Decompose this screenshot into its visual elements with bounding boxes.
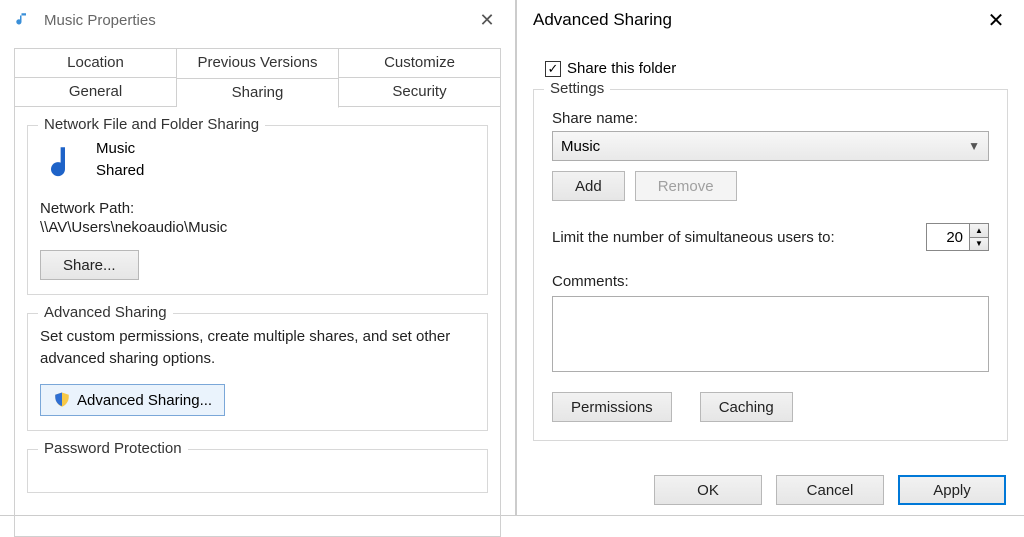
advanced-sharing-button-label: Advanced Sharing...: [77, 392, 212, 409]
advanced-sharing-dialog: Advanced Sharing ✕ Share this folder Set…: [516, 0, 1024, 516]
close-icon[interactable]: ✕: [465, 4, 509, 36]
dialog-button-bar: OK Cancel Apply: [654, 475, 1006, 505]
share-name-value: Music: [561, 138, 600, 155]
comments-textarea[interactable]: [552, 296, 989, 372]
titlebar: Advanced Sharing ✕: [517, 0, 1024, 40]
network-sharing-group: Network File and Folder Sharing Music Sh…: [27, 125, 488, 295]
tab-location[interactable]: Location: [14, 48, 177, 78]
share-button[interactable]: Share...: [40, 250, 139, 280]
tab-previous-versions[interactable]: Previous Versions: [177, 48, 339, 78]
limit-users-spinner[interactable]: ▲ ▼: [926, 223, 989, 251]
advanced-sharing-title: Advanced Sharing: [38, 304, 173, 321]
permissions-button[interactable]: Permissions: [552, 392, 672, 422]
password-protection-title: Password Protection: [38, 440, 188, 457]
shield-icon: [53, 391, 71, 409]
network-sharing-title: Network File and Folder Sharing: [38, 116, 265, 133]
limit-users-label: Limit the number of simultaneous users t…: [552, 229, 926, 246]
share-name-combo[interactable]: Music ▼: [552, 131, 989, 161]
apply-button[interactable]: Apply: [898, 475, 1006, 505]
spinner-down-icon[interactable]: ▼: [970, 237, 988, 251]
folder-name: Music: [96, 138, 475, 160]
network-path-value: \\AV\Users\nekoaudio\Music: [40, 219, 475, 236]
dialog-title: Music Properties: [40, 12, 465, 29]
tabstrip: Location Previous Versions Customize Gen…: [14, 48, 501, 107]
ok-button[interactable]: OK: [654, 475, 762, 505]
advanced-sharing-desc: Set custom permissions, create multiple …: [40, 326, 475, 370]
password-protection-group: Password Protection: [27, 449, 488, 493]
music-note-icon: [12, 9, 34, 31]
tab-customize[interactable]: Customize: [339, 48, 501, 78]
titlebar: Music Properties ✕: [0, 0, 515, 40]
share-this-folder-checkbox[interactable]: Share this folder: [545, 60, 1008, 77]
close-icon[interactable]: ✕: [974, 4, 1018, 36]
share-name-label: Share name:: [552, 110, 989, 127]
share-state: Shared: [96, 160, 475, 182]
spinner-up-icon[interactable]: ▲: [970, 224, 988, 237]
advanced-sharing-group: Advanced Sharing Set custom permissions,…: [27, 313, 488, 431]
remove-button[interactable]: Remove: [635, 171, 737, 201]
tab-content-sharing: Network File and Folder Sharing Music Sh…: [14, 107, 501, 537]
comments-label: Comments:: [552, 273, 989, 290]
tab-general[interactable]: General: [14, 77, 177, 107]
settings-group: Settings Share name: Music ▼ Add Remove …: [533, 89, 1008, 441]
dialog-title: Advanced Sharing: [523, 10, 974, 30]
tab-sharing[interactable]: Sharing: [177, 78, 339, 108]
limit-users-input[interactable]: [927, 224, 969, 250]
tab-security[interactable]: Security: [339, 77, 501, 107]
settings-title: Settings: [544, 80, 610, 97]
cancel-button[interactable]: Cancel: [776, 475, 884, 505]
checkbox-icon: [545, 61, 561, 77]
caching-button[interactable]: Caching: [700, 392, 793, 422]
folder-music-icon: [44, 142, 86, 184]
advanced-sharing-button[interactable]: Advanced Sharing...: [40, 384, 225, 416]
properties-dialog: Music Properties ✕ Location Previous Ver…: [0, 0, 516, 516]
share-this-folder-label: Share this folder: [567, 60, 676, 77]
chevron-down-icon: ▼: [968, 139, 980, 153]
network-path-label: Network Path:: [40, 200, 475, 217]
add-button[interactable]: Add: [552, 171, 625, 201]
